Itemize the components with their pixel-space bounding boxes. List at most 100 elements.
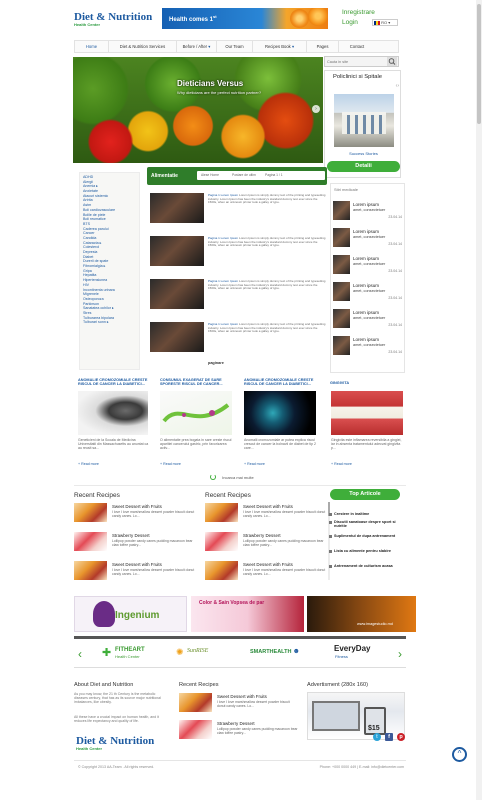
ad-banner-imagestudio[interactable]: www.imagestudio.md bbox=[307, 596, 416, 632]
nav-home[interactable]: Home bbox=[75, 41, 109, 53]
recipe-thumbnail[interactable] bbox=[74, 503, 107, 522]
nav-pages[interactable]: Pages bbox=[307, 41, 339, 53]
clinic-arrow-icon[interactable]: ‹› bbox=[396, 83, 399, 89]
search-icon[interactable] bbox=[387, 57, 397, 66]
footer-logo[interactable]: Diet & Nutrition Health Center bbox=[76, 735, 156, 751]
list-item[interactable]: Pagina 1 Lorem Ipsum Lorem Ipsum is simp… bbox=[150, 236, 330, 268]
list-item[interactable]: Pagina 1 Lorem Ipsum Lorem Ipsum is simp… bbox=[150, 193, 330, 225]
list-item[interactable]: Crestere in inaltime bbox=[329, 512, 404, 516]
clinic-image[interactable] bbox=[334, 94, 394, 147]
partner-sunrise[interactable]: ✺ SunRISE bbox=[176, 647, 208, 658]
recipe-title[interactable]: Sweet Dessert with Fruits bbox=[243, 562, 293, 567]
partner-smarthealth[interactable]: SMARTHEALTH ☻ bbox=[250, 648, 300, 655]
news-item-title[interactable]: Lorem ipsum bbox=[353, 256, 379, 261]
read-more-link[interactable]: + Read more bbox=[331, 462, 352, 466]
list-item[interactable]: Strawberry Dessert Lollipop powder candy … bbox=[74, 532, 199, 552]
load-more-button[interactable]: Incarca mai multe bbox=[210, 474, 254, 484]
recipe-thumbnail[interactable] bbox=[179, 693, 212, 712]
header-banner[interactable]: Health comes 1st bbox=[162, 8, 328, 29]
site-logo[interactable]: Diet & Nutrition Health Center bbox=[74, 11, 154, 33]
nav-contact[interactable]: Contact bbox=[339, 41, 375, 53]
card-title[interactable]: Anomalie cromozomiale creste riscul de c… bbox=[78, 378, 156, 387]
recipe-title[interactable]: Strawberry Dessert bbox=[112, 533, 150, 538]
list-item[interactable]: Sweet Dessert with Fruits I love I love m… bbox=[74, 503, 199, 523]
card-title[interactable]: Consumul exagerat de sare sporeste riscu… bbox=[160, 378, 238, 387]
nav-recipes-book[interactable]: Recipes Book ▾ bbox=[253, 41, 307, 53]
scroll-to-top-icon[interactable]: ^ bbox=[452, 747, 467, 762]
tab-postare[interactable]: Postare de ultim bbox=[232, 171, 256, 180]
post-thumbnail[interactable] bbox=[150, 193, 204, 223]
nav-our-team[interactable]: Our Team bbox=[217, 41, 253, 53]
details-button[interactable]: Detalii bbox=[327, 161, 400, 172]
recipe-thumbnail[interactable] bbox=[179, 720, 212, 739]
news-thumbnail[interactable] bbox=[333, 336, 350, 355]
search-box[interactable] bbox=[324, 56, 399, 67]
page-scrollbar[interactable] bbox=[476, 0, 482, 800]
read-more-link[interactable]: + Read more bbox=[78, 462, 99, 466]
card-image[interactable] bbox=[160, 391, 232, 435]
recipe-thumbnail[interactable] bbox=[74, 561, 107, 580]
nav-before-after[interactable]: Before / After ▾ bbox=[177, 41, 217, 53]
ad-banner-color-sain[interactable]: Color & Sain Vopsea de par bbox=[191, 596, 304, 632]
list-item[interactable]: Strawberry Dessert Lollipop powder candy … bbox=[205, 532, 330, 552]
recipe-thumbnail[interactable] bbox=[74, 532, 107, 551]
list-item[interactable]: Lorem ipsum amet, consectetuer 23.04.14 bbox=[332, 335, 404, 357]
tab-alese[interactable]: Alese Home bbox=[201, 171, 219, 180]
partner-fitheart[interactable]: ✚ FITHEART Health Center bbox=[102, 646, 145, 659]
hero-arrow-right-icon[interactable]: › bbox=[312, 105, 320, 113]
facebook-icon[interactable]: f bbox=[385, 733, 393, 741]
list-item[interactable]: Lorem ipsum amet, consectetuer 23.04.14 bbox=[332, 308, 404, 330]
list-item[interactable]: Strawberry Dessert Lollipop powder candy … bbox=[179, 720, 299, 740]
hero-slider[interactable]: Dieticians Versus Why dieticians are the… bbox=[73, 57, 323, 163]
list-item[interactable]: Sweet Dessert with Fruits I love I love m… bbox=[74, 561, 199, 581]
list-item[interactable]: Sweet Dessert with Fruits I love I love m… bbox=[205, 503, 330, 523]
list-item[interactable]: Lorem ipsum amet, consectetuer 23.04.14 bbox=[332, 227, 404, 249]
news-item-title[interactable]: Lorem ipsum bbox=[353, 310, 379, 315]
list-item[interactable]: Suplimentul de dupa antrenament bbox=[329, 534, 404, 538]
news-thumbnail[interactable] bbox=[333, 228, 350, 247]
read-more-link[interactable]: + Read more bbox=[244, 462, 265, 466]
recipe-title[interactable]: Sweet Dessert with Fruits bbox=[243, 504, 293, 509]
post-thumbnail[interactable] bbox=[150, 279, 204, 309]
scrollbar-thumb[interactable] bbox=[477, 4, 481, 124]
recipe-thumbnail[interactable] bbox=[205, 532, 238, 551]
register-link[interactable]: Inregistrare bbox=[342, 9, 375, 16]
recipe-title[interactable]: Sweet Dessert with Fruits bbox=[112, 562, 162, 567]
list-item[interactable]: Sweet Dessert with Fruits I love I love m… bbox=[205, 561, 330, 581]
carousel-prev-icon[interactable]: ‹ bbox=[78, 647, 82, 661]
partner-everyday[interactable]: EveryDay Fitness bbox=[334, 644, 370, 659]
language-selector[interactable]: RO ▾ bbox=[372, 19, 398, 26]
list-item[interactable]: Antrenament de culturism acasa bbox=[329, 564, 404, 568]
news-item-title[interactable]: Lorem ipsum bbox=[353, 202, 379, 207]
read-more-link[interactable]: + Read more bbox=[160, 462, 181, 466]
tab-alimentatie[interactable]: Alimentatie bbox=[151, 173, 178, 179]
nav-services[interactable]: Diet & Nutrition Services bbox=[109, 41, 177, 53]
list-item[interactable]: Discutii sanatoase despre sport si nutri… bbox=[329, 520, 404, 529]
recipe-title[interactable]: Strawberry Dessert bbox=[217, 721, 255, 726]
tab-pagina[interactable]: Pagina 1 / 1 bbox=[265, 171, 283, 180]
search-input[interactable] bbox=[327, 58, 387, 66]
pagination[interactable]: paginare bbox=[208, 361, 224, 365]
list-item[interactable]: Lorem ipsum amet, consectetuer 23.04.14 bbox=[332, 254, 404, 276]
recipe-thumbnail[interactable] bbox=[205, 561, 238, 580]
news-thumbnail[interactable] bbox=[333, 282, 350, 301]
list-item[interactable]: Lorem ipsum amet, consectetuer 23.04.14 bbox=[332, 281, 404, 303]
news-thumbnail[interactable] bbox=[333, 255, 350, 274]
twitter-icon[interactable]: t bbox=[373, 733, 381, 741]
clinic-caption[interactable]: Success Stories bbox=[325, 151, 402, 156]
list-item[interactable]: Sweet Dessert with Fruits I love I love m… bbox=[179, 693, 299, 713]
post-thumbnail[interactable] bbox=[150, 236, 204, 266]
card-title[interactable]: Gingivita bbox=[330, 381, 404, 385]
news-thumbnail[interactable] bbox=[333, 201, 350, 220]
card-image[interactable] bbox=[78, 391, 148, 435]
news-thumbnail[interactable] bbox=[333, 309, 350, 328]
pinterest-icon[interactable]: p bbox=[397, 733, 405, 741]
list-item[interactable]: Pagina 1 Lorem Ipsum Lorem Ipsum is simp… bbox=[150, 322, 330, 354]
card-image[interactable] bbox=[244, 391, 316, 435]
card-image[interactable] bbox=[331, 391, 403, 435]
news-item-title[interactable]: Lorem ipsum bbox=[353, 229, 379, 234]
card-title[interactable]: Anomalie cromozomiale creste riscul de c… bbox=[244, 378, 322, 387]
carousel-next-icon[interactable]: › bbox=[398, 647, 402, 661]
news-item-title[interactable]: Lorem ipsum bbox=[353, 337, 379, 342]
recipe-thumbnail[interactable] bbox=[205, 503, 238, 522]
